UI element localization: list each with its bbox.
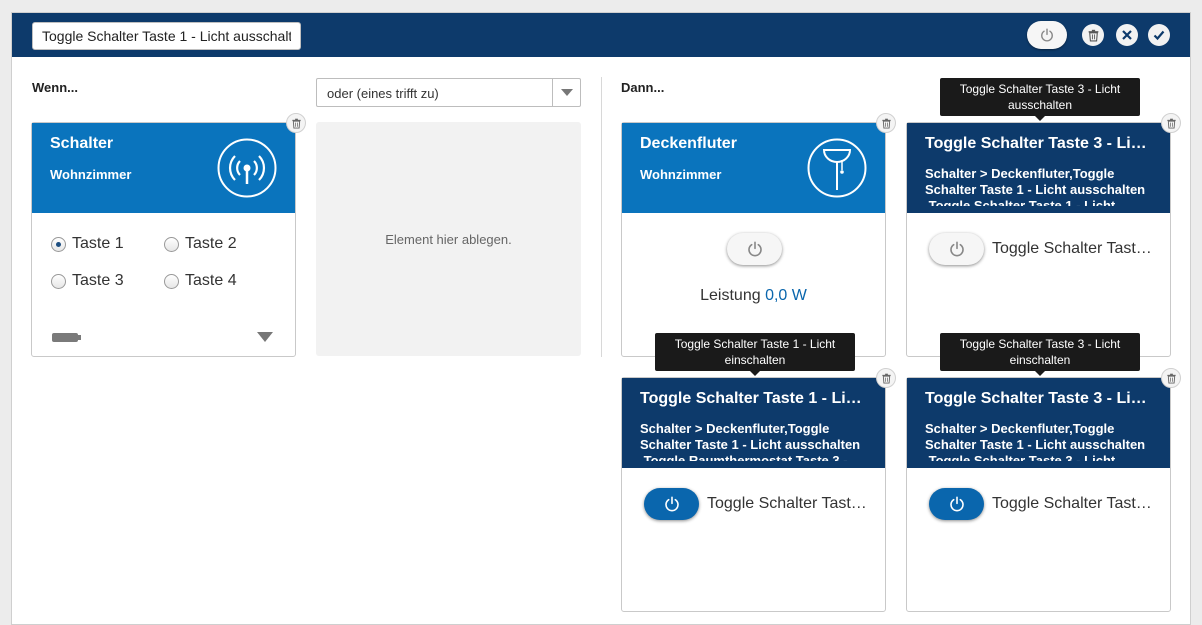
conditions-label: Wenn... (32, 80, 78, 95)
trash-icon (291, 118, 301, 129)
action-card-header: Deckenfluter Wohnzimmer (622, 123, 885, 213)
section-divider (601, 77, 602, 357)
radio-button[interactable] (164, 273, 179, 289)
action-card-scene[interactable]: Toggle Schalter Taste 3 - Licht einschal… (906, 377, 1171, 612)
power-label: Leistung (700, 287, 761, 304)
operator-select[interactable]: oder (eines trifft zu) (316, 78, 581, 107)
option-label: Taste 1 (72, 235, 124, 252)
power-toggle-button[interactable] (727, 233, 782, 265)
action-label: Toggle Schalter Taste 3 - Licht einschal… (992, 495, 1152, 512)
tooltip: Toggle Schalter Taste 1 - Licht einschal… (655, 333, 855, 376)
close-icon (1122, 30, 1132, 40)
option-label: Taste 4 (185, 272, 237, 289)
option-taste-1[interactable]: Taste 1 (51, 235, 124, 253)
card-description: Schalter > Deckenfluter,Toggle Schalter … (925, 421, 1146, 461)
power-reading: Leistung 0,0 W (622, 287, 885, 305)
action-card-scene[interactable]: Toggle Schalter Taste 3 - Licht ausschal… (906, 122, 1171, 357)
action-card-deckenfluter[interactable]: Deckenfluter Wohnzimmer Leistung 0,0 W (621, 122, 886, 357)
battery-icon (52, 333, 81, 342)
actions-label: Dann... (621, 80, 665, 95)
action-label: Toggle Schalter Taste 3 - Licht ausschal… (992, 240, 1152, 257)
delete-card-button[interactable] (876, 113, 896, 133)
power-icon (1041, 28, 1053, 42)
radio-button[interactable] (164, 236, 179, 252)
confirm-button[interactable] (1148, 24, 1170, 46)
close-button[interactable] (1116, 24, 1138, 46)
rule-toggle-button[interactable] (1027, 21, 1067, 49)
wireless-switch-icon (217, 138, 277, 198)
floor-lamp-icon (807, 138, 867, 198)
power-toggle-button[interactable] (929, 488, 984, 520)
trash-icon (1166, 373, 1176, 384)
card-title: Toggle Schalter Taste 3 - Licht einschal… (925, 390, 1152, 407)
power-icon (664, 496, 679, 512)
rule-header-bar (12, 13, 1190, 57)
rule-editor-window: Wenn... oder (eines trifft zu) Schalter … (11, 12, 1191, 625)
trash-icon (1088, 29, 1098, 41)
operator-select-value: oder (eines trifft zu) (327, 86, 439, 101)
card-description: Schalter > Deckenfluter,Toggle Schalter … (640, 421, 861, 461)
delete-card-button[interactable] (876, 368, 896, 388)
expand-icon[interactable] (257, 332, 273, 342)
delete-card-button[interactable] (286, 113, 306, 133)
card-title: Toggle Schalter Taste 1 - Licht einschal… (640, 390, 867, 407)
option-taste-2[interactable]: Taste 2 (164, 235, 237, 253)
check-icon (1153, 30, 1165, 41)
power-toggle-button[interactable] (644, 488, 699, 520)
trash-icon (881, 118, 891, 129)
card-description: Schalter > Deckenfluter,Toggle Schalter … (925, 166, 1146, 206)
card-title: Toggle Schalter Taste 3 - Licht ausschal… (925, 135, 1152, 152)
radio-button[interactable] (51, 236, 66, 252)
trash-icon (1166, 118, 1176, 129)
condition-card-header: Schalter Wohnzimmer (32, 123, 295, 213)
power-icon (949, 496, 964, 512)
radio-button[interactable] (51, 273, 66, 289)
power-icon (747, 241, 762, 257)
power-icon (949, 241, 964, 257)
power-value: 0,0 W (765, 287, 807, 304)
chevron-down-icon[interactable] (552, 79, 580, 106)
delete-card-button[interactable] (1161, 368, 1181, 388)
action-card-header: Toggle Schalter Taste 3 - Licht einschal… (907, 378, 1170, 468)
action-card-scene[interactable]: Toggle Schalter Taste 1 - Licht einschal… (621, 377, 886, 612)
option-label: Taste 3 (72, 272, 124, 289)
option-taste-3[interactable]: Taste 3 (51, 272, 124, 290)
trash-icon (881, 373, 891, 384)
option-taste-4[interactable]: Taste 4 (164, 272, 237, 290)
action-label: Toggle Schalter Taste 1 - Licht einschal… (707, 495, 867, 512)
tooltip: Toggle Schalter Taste 3 - Licht einschal… (940, 333, 1140, 376)
power-toggle-button[interactable] (929, 233, 984, 265)
action-card-header: Toggle Schalter Taste 3 - Licht ausschal… (907, 123, 1170, 213)
delete-rule-button[interactable] (1082, 24, 1104, 46)
tooltip: Toggle Schalter Taste 3 - Licht ausschal… (940, 78, 1140, 121)
option-label: Taste 2 (185, 235, 237, 252)
condition-card-schalter[interactable]: Schalter Wohnzimmer Taste 1 Taste 2 Tast… (31, 122, 296, 357)
condition-dropzone[interactable]: Element hier ablegen. (316, 122, 581, 356)
action-card-header: Toggle Schalter Taste 1 - Licht einschal… (622, 378, 885, 468)
dropzone-hint: Element hier ablegen. (385, 231, 512, 247)
delete-card-button[interactable] (1161, 113, 1181, 133)
rule-name-input[interactable] (32, 22, 301, 50)
